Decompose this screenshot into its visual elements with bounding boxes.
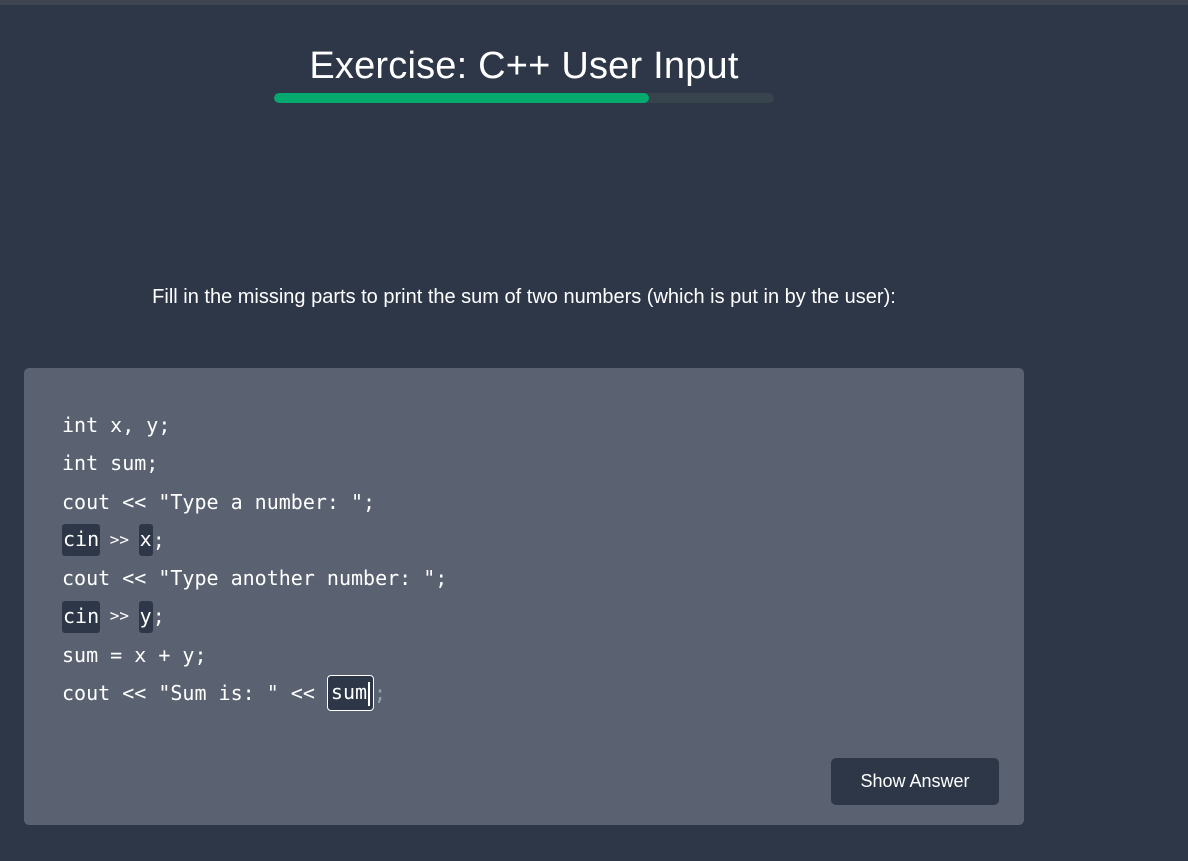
code-semicolon: ;	[374, 681, 387, 706]
code-line: int x, y;	[62, 406, 447, 444]
answer-blank-text: sum	[330, 680, 368, 705]
code-line: sum = x + y;	[62, 636, 447, 674]
code-text: cout << "Type a number: ";	[62, 489, 376, 514]
code-line: cin >> y ;	[62, 597, 447, 635]
code-text: sum = x + y;	[62, 642, 207, 667]
code-panel: int x, y; int sum; cout << "Type a numbe…	[24, 368, 1024, 825]
code-text: int x, y;	[62, 413, 171, 437]
code-semicolon: ;	[152, 604, 165, 629]
exercise-title: Exercise: C++ User Input	[309, 45, 739, 87]
text-caret	[368, 681, 371, 706]
code-semicolon: ;	[152, 527, 165, 552]
code-line: cout << "Type a number: ";	[62, 483, 447, 521]
answer-blank-sum-focused[interactable]: sum	[326, 675, 375, 712]
exercise-instructions: Fill in the missing parts to print the s…	[152, 286, 896, 308]
window-top-border	[0, 0, 1188, 5]
answer-blank-y[interactable]: y	[138, 600, 153, 633]
code-line: cin >> x ;	[62, 521, 447, 559]
code-block: int x, y; int sum; cout << "Type a numbe…	[62, 406, 447, 712]
code-line: int sum;	[62, 444, 447, 482]
progress-bar-fill	[274, 93, 649, 103]
code-operator: >>	[100, 606, 139, 626]
code-text: cout << "Type another number: ";	[62, 566, 448, 591]
code-line: cout << "Sum is: " << sum ;	[62, 674, 447, 712]
answer-blank-x[interactable]: x	[138, 524, 153, 557]
progress-bar	[274, 93, 774, 103]
code-text: int sum;	[62, 451, 159, 476]
code-line: cout << "Type another number: ";	[62, 559, 447, 597]
answer-blank-cin-1[interactable]: cin	[62, 524, 101, 557]
code-operator: >>	[100, 529, 139, 549]
show-answer-button[interactable]: Show Answer	[831, 758, 999, 805]
answer-blank-cin-2[interactable]: cin	[62, 600, 101, 633]
code-text: cout << "Sum is: " <<	[62, 681, 327, 706]
